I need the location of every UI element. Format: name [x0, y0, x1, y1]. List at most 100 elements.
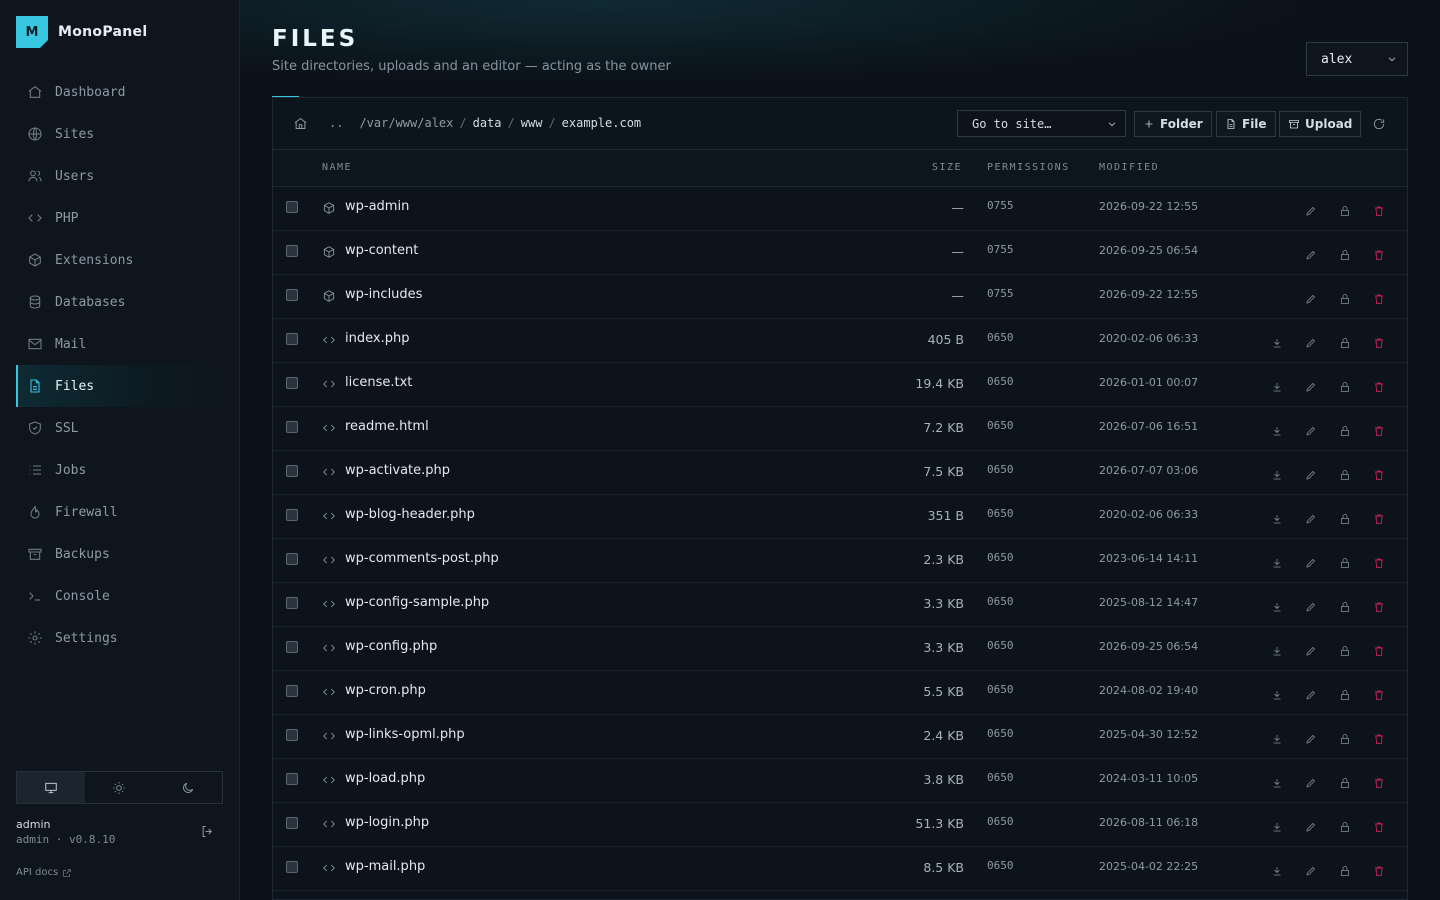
go-to-site-select[interactable]: Go to site… — [957, 110, 1126, 137]
file-name[interactable]: wp-admin — [345, 199, 409, 214]
theme-sun-button[interactable] — [85, 772, 153, 803]
lock-button[interactable] — [1339, 862, 1351, 881]
home-button[interactable] — [293, 116, 308, 135]
trash-button[interactable] — [1373, 598, 1385, 617]
trash-button[interactable] — [1373, 862, 1385, 881]
breadcrumb-root[interactable]: /var/www/alex — [359, 116, 453, 130]
download-button[interactable] — [1271, 378, 1283, 397]
trash-button[interactable] — [1373, 202, 1385, 221]
download-button[interactable] — [1271, 598, 1283, 617]
table-row[interactable]: wp-config-sample.php 3.3 KB 0650 2025-08… — [273, 583, 1407, 627]
row-checkbox[interactable] — [286, 245, 298, 257]
account-select[interactable]: alex — [1306, 42, 1408, 76]
trash-button[interactable] — [1373, 510, 1385, 529]
file-name[interactable]: wp-login.php — [345, 815, 429, 830]
row-checkbox[interactable] — [286, 289, 298, 301]
file-name[interactable]: wp-cron.php — [345, 683, 426, 698]
lock-button[interactable] — [1339, 686, 1351, 705]
download-button[interactable] — [1271, 422, 1283, 441]
file-name[interactable]: license.txt — [345, 375, 412, 390]
download-button[interactable] — [1271, 554, 1283, 573]
download-button[interactable] — [1271, 730, 1283, 749]
file-name[interactable]: wp-content — [345, 243, 418, 258]
edit-button[interactable] — [1305, 422, 1317, 441]
edit-button[interactable] — [1305, 730, 1317, 749]
file-name[interactable]: wp-config-sample.php — [345, 595, 489, 610]
row-checkbox[interactable] — [286, 333, 298, 345]
column-modified-header[interactable]: MODIFIED — [1099, 162, 1159, 173]
trash-button[interactable] — [1373, 378, 1385, 397]
table-row[interactable]: wp-login.php 51.3 KB 0650 2026-08-11 06:… — [273, 803, 1407, 847]
table-row[interactable]: wp-comments-post.php 2.3 KB 0650 2023-06… — [273, 539, 1407, 583]
row-checkbox[interactable] — [286, 377, 298, 389]
trash-button[interactable] — [1373, 818, 1385, 837]
lock-button[interactable] — [1339, 334, 1351, 353]
row-checkbox[interactable] — [286, 421, 298, 433]
file-name[interactable]: wp-blog-header.php — [345, 507, 475, 522]
sidebar-item-jobs[interactable]: Jobs — [16, 449, 224, 491]
brand[interactable]: M MonoPanel — [16, 16, 147, 48]
sidebar-item-firewall[interactable]: Firewall — [16, 491, 224, 533]
download-button[interactable] — [1271, 642, 1283, 661]
table-row[interactable]: readme.html 7.2 KB 0650 2026-07-06 16:51 — [273, 407, 1407, 451]
lock-button[interactable] — [1339, 290, 1351, 309]
row-checkbox[interactable] — [286, 861, 298, 873]
column-permissions-header[interactable]: PERMISSIONS — [987, 162, 1070, 173]
row-checkbox[interactable] — [286, 729, 298, 741]
lock-button[interactable] — [1339, 730, 1351, 749]
table-row[interactable]: wp-includes — 0755 2026-09-22 12:55 — [273, 275, 1407, 319]
edit-button[interactable] — [1305, 642, 1317, 661]
sidebar-item-ssl[interactable]: SSL — [16, 407, 224, 449]
row-checkbox[interactable] — [286, 553, 298, 565]
breadcrumb-part[interactable]: example.com — [562, 116, 641, 130]
download-button[interactable] — [1271, 466, 1283, 485]
file-name[interactable]: wp-includes — [345, 287, 422, 302]
download-button[interactable] — [1271, 686, 1283, 705]
api-docs-link[interactable]: API docs — [16, 867, 72, 878]
table-row[interactable]: wp-load.php 3.8 KB 0650 2024-03-11 10:05 — [273, 759, 1407, 803]
row-checkbox[interactable] — [286, 641, 298, 653]
trash-button[interactable] — [1373, 642, 1385, 661]
row-checkbox[interactable] — [286, 465, 298, 477]
edit-button[interactable] — [1305, 334, 1317, 353]
trash-button[interactable] — [1373, 246, 1385, 265]
trash-button[interactable] — [1373, 422, 1385, 441]
theme-monitor-button[interactable] — [17, 772, 86, 803]
sidebar-item-files[interactable]: Files — [16, 365, 224, 407]
edit-button[interactable] — [1305, 818, 1317, 837]
sidebar-item-users[interactable]: Users — [16, 155, 224, 197]
sidebar-item-dashboard[interactable]: Dashboard — [16, 71, 224, 113]
lock-button[interactable] — [1339, 378, 1351, 397]
lock-button[interactable] — [1339, 510, 1351, 529]
edit-button[interactable] — [1305, 290, 1317, 309]
table-row[interactable]: wp-cron.php 5.5 KB 0650 2024-08-02 19:40 — [273, 671, 1407, 715]
file-name[interactable]: wp-links-opml.php — [345, 727, 465, 742]
lock-button[interactable] — [1339, 598, 1351, 617]
table-row[interactable]: index.php 405 B 0650 2020-02-06 06:33 — [273, 319, 1407, 363]
sidebar-item-console[interactable]: Console — [16, 575, 224, 617]
row-checkbox[interactable] — [286, 201, 298, 213]
file-name[interactable]: wp-config.php — [345, 639, 437, 654]
trash-button[interactable] — [1373, 686, 1385, 705]
edit-button[interactable] — [1305, 466, 1317, 485]
trash-button[interactable] — [1373, 334, 1385, 353]
edit-button[interactable] — [1305, 774, 1317, 793]
new-folder-button[interactable]: Folder — [1134, 111, 1212, 137]
sidebar-item-php[interactable]: PHP — [16, 197, 224, 239]
edit-button[interactable] — [1305, 554, 1317, 573]
edit-button[interactable] — [1305, 598, 1317, 617]
table-row[interactable]: license.txt 19.4 KB 0650 2026-01-01 00:0… — [273, 363, 1407, 407]
file-name[interactable]: wp-comments-post.php — [345, 551, 499, 566]
row-checkbox[interactable] — [286, 817, 298, 829]
upload-button[interactable]: Upload — [1279, 111, 1362, 137]
sidebar-item-databases[interactable]: Databases — [16, 281, 224, 323]
lock-button[interactable] — [1339, 202, 1351, 221]
sidebar-item-backups[interactable]: Backups — [16, 533, 224, 575]
table-row[interactable]: wp-content — 0755 2026-09-25 06:54 — [273, 231, 1407, 275]
edit-button[interactable] — [1305, 378, 1317, 397]
sidebar-item-settings[interactable]: Settings — [16, 617, 224, 659]
download-button[interactable] — [1271, 818, 1283, 837]
refresh-button[interactable] — [1372, 116, 1386, 135]
row-checkbox[interactable] — [286, 773, 298, 785]
edit-button[interactable] — [1305, 510, 1317, 529]
